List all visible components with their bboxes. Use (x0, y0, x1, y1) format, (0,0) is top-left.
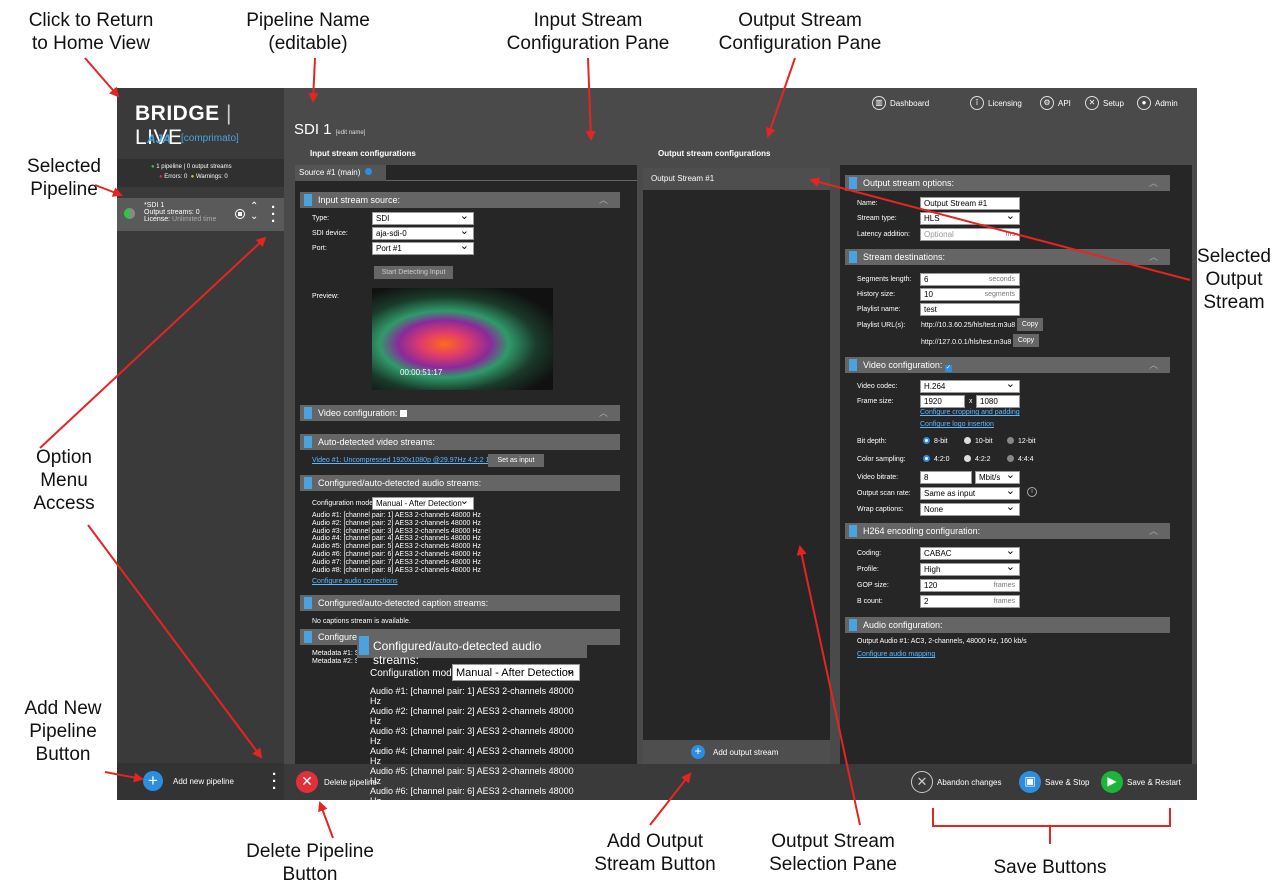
callout-arrows (39, 57, 1191, 844)
